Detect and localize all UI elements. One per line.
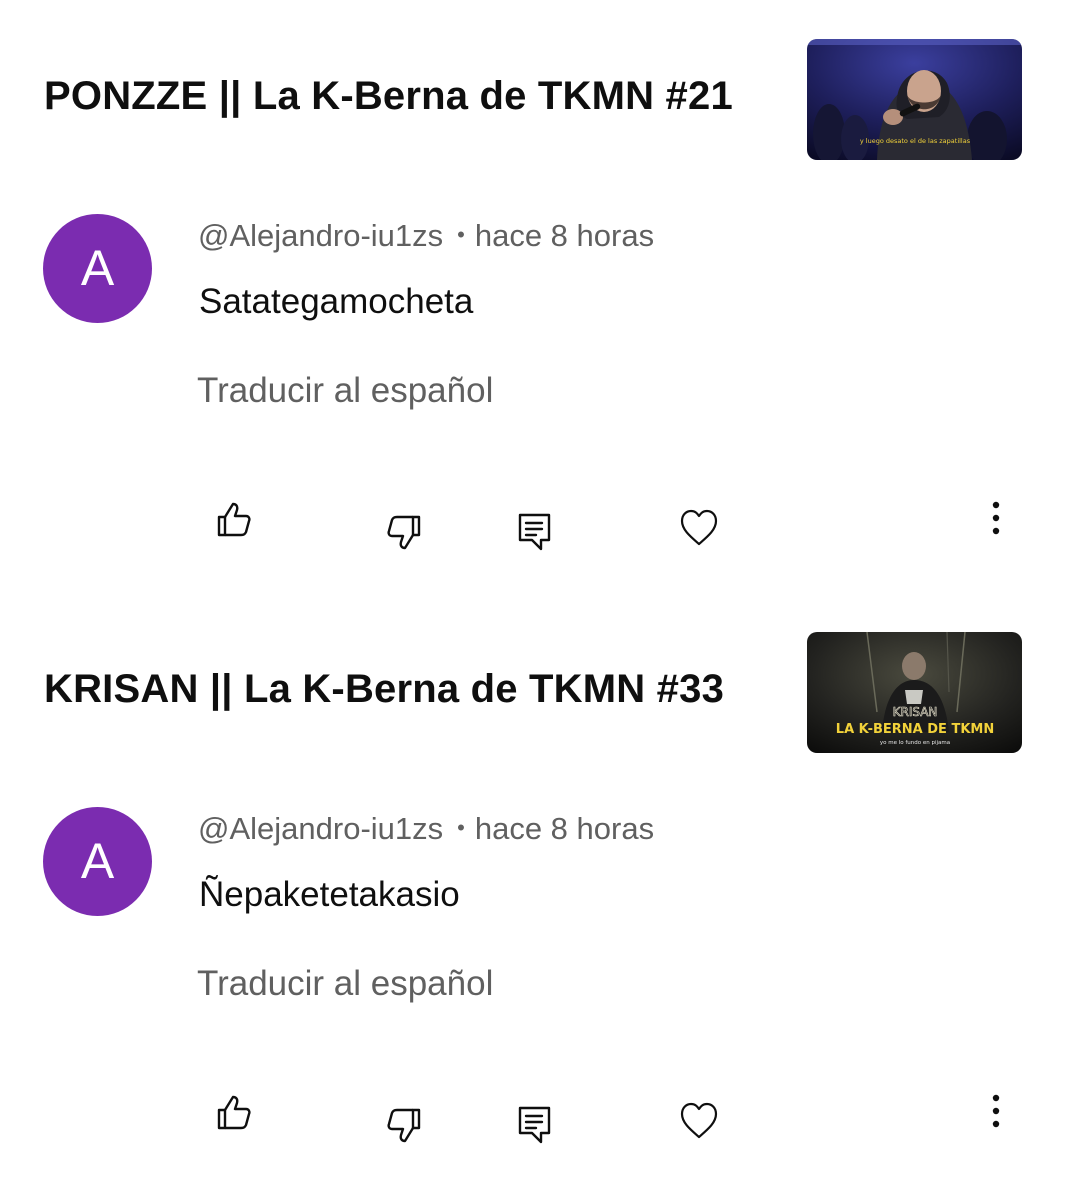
video-title[interactable]: PONZZE || La K-Berna de TKMN #21 [44, 74, 733, 119]
separator-dot: • [457, 222, 465, 247]
heart-icon [680, 1102, 718, 1139]
translate-link[interactable]: Traducir al español [197, 964, 493, 1004]
comment-timestamp: hace 8 horas [474, 218, 655, 253]
author-handle[interactable]: @Alejandro-iu1zs [198, 811, 443, 846]
thumbs-down-icon [387, 1108, 421, 1143]
thumbs-down-icon [387, 515, 421, 550]
dislike-button[interactable] [384, 512, 424, 552]
dislike-button[interactable] [384, 1105, 424, 1145]
video-thumbnail[interactable]: y luego desato el de las zapatillas [807, 39, 1022, 160]
reply-button[interactable] [517, 512, 553, 552]
heart-icon [680, 509, 718, 546]
avatar[interactable]: A [43, 807, 152, 916]
comment-meta: @Alejandro-iu1zs • hace 8 horas [198, 811, 654, 847]
more-options-button[interactable] [984, 499, 1008, 539]
video-title[interactable]: KRISAN || La K-Berna de TKMN #33 [44, 667, 724, 712]
comment-reply-icon [518, 513, 551, 551]
thumbnail-caption: y luego desato el de las zapatillas [860, 137, 971, 145]
author-handle[interactable]: @Alejandro-iu1zs [198, 218, 443, 253]
thumbnail-image: KRISAN LA K-BERNA DE TKMN yo me lo fundo… [807, 632, 1022, 753]
thumbnail-caption: yo me lo fundo en pijama [880, 740, 950, 746]
avatar[interactable]: A [43, 214, 152, 323]
thumbnail-overlay-name: KRISAN [893, 705, 938, 719]
heart-button[interactable] [679, 1102, 719, 1140]
thumbnail-image: y luego desato el de las zapatillas [807, 39, 1022, 160]
more-vertical-icon [992, 1094, 1000, 1128]
like-button[interactable] [214, 500, 254, 540]
like-button[interactable] [214, 1093, 254, 1133]
comment-entry: PONZZE || La K-Berna de TKMN #21 y luego… [0, 0, 1065, 593]
thumbs-up-icon [217, 1095, 251, 1130]
translate-link[interactable]: Traducir al español [197, 371, 493, 411]
comment-reply-icon [518, 1106, 551, 1144]
reply-button[interactable] [517, 1105, 553, 1145]
comment-meta: @Alejandro-iu1zs • hace 8 horas [198, 218, 654, 254]
comment-entry: KRISAN || La K-Berna de TKMN #33 KRISAN … [0, 593, 1065, 1186]
more-vertical-icon [992, 501, 1000, 535]
comment-text: Satategamocheta [199, 282, 474, 321]
separator-dot: • [457, 815, 465, 840]
heart-button[interactable] [679, 509, 719, 547]
comment-timestamp: hace 8 horas [474, 811, 655, 846]
video-thumbnail[interactable]: KRISAN LA K-BERNA DE TKMN yo me lo fundo… [807, 632, 1022, 753]
more-options-button[interactable] [984, 1092, 1008, 1132]
thumbnail-overlay-title: LA K-BERNA DE TKMN [836, 722, 994, 737]
comment-text: Ñepaketetakasio [199, 875, 460, 914]
thumbs-up-icon [217, 502, 251, 537]
